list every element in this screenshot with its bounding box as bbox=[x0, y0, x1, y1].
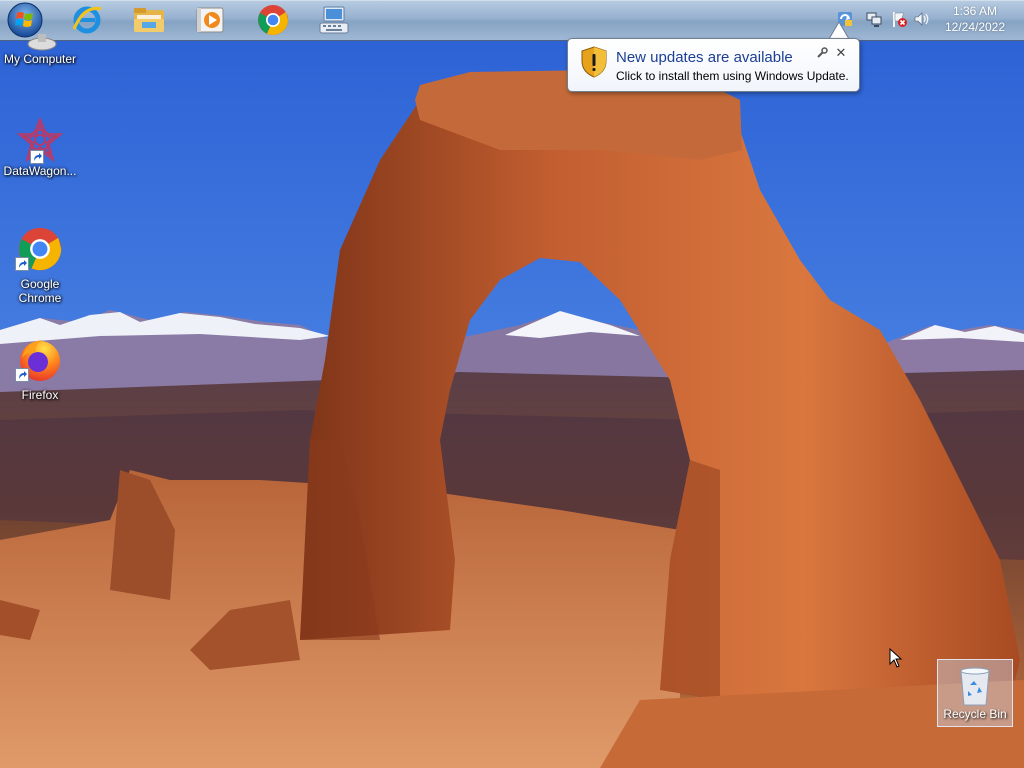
clock-time: 1:36 AM bbox=[952, 4, 998, 18]
recycle-bin-icon bbox=[960, 667, 990, 706]
clock-date: 12/24/2022 bbox=[944, 20, 1006, 34]
desktop-icon-label: DataWagon... bbox=[3, 164, 77, 178]
taskbar: 1:36 AM 12/24/2022 bbox=[0, 0, 1024, 41]
taskbar-google-chrome[interactable] bbox=[251, 2, 295, 38]
desktop-icon-label: My Computer bbox=[3, 52, 77, 66]
volume-icon bbox=[914, 12, 929, 26]
shortcut-arrow-icon bbox=[15, 368, 29, 382]
shortcut-arrow-icon bbox=[30, 150, 44, 164]
tray-network[interactable] bbox=[865, 10, 885, 30]
keyboard-icon bbox=[319, 6, 349, 34]
desktop-icon-label: Recycle Bin bbox=[943, 707, 1007, 721]
taskbar-media-player[interactable] bbox=[188, 2, 232, 38]
update-notification-balloon[interactable]: New updates are available Click to insta… bbox=[567, 38, 860, 92]
desktop-icon-google-chrome[interactable]: Google Chrome bbox=[0, 225, 80, 305]
desktop-icon-label: Firefox bbox=[21, 388, 59, 402]
notification-title: New updates are available bbox=[616, 49, 793, 66]
chrome-icon bbox=[258, 5, 288, 35]
network-icon bbox=[866, 12, 882, 27]
folder-icon bbox=[134, 8, 164, 32]
desktop-wallpaper bbox=[0, 0, 1024, 768]
options-wrench-icon[interactable] bbox=[816, 47, 828, 59]
computer-icon bbox=[27, 34, 57, 51]
close-icon[interactable]: ✕ bbox=[834, 46, 848, 60]
taskbar-file-explorer[interactable] bbox=[127, 2, 171, 38]
desktop-icon-my-computer[interactable]: My Computer bbox=[0, 22, 80, 66]
desktop-icon-datawagon[interactable]: DataWagon... bbox=[0, 116, 80, 178]
taskbar-clock[interactable]: 1:36 AM 12/24/2022 bbox=[934, 3, 1016, 35]
action-center-flag-icon bbox=[893, 12, 907, 27]
notification-text: Click to install them using Windows Upda… bbox=[616, 69, 849, 83]
desktop-icon-recycle-bin[interactable]: Recycle Bin bbox=[937, 659, 1013, 727]
tray-volume[interactable] bbox=[913, 10, 933, 30]
tray-action-center[interactable] bbox=[890, 10, 910, 30]
taskbar-on-screen-keyboard[interactable] bbox=[312, 2, 356, 38]
mouse-cursor bbox=[889, 648, 903, 668]
desktop-icon-firefox[interactable]: Firefox bbox=[0, 336, 80, 402]
desktop-icon-label: Google Chrome bbox=[18, 277, 62, 305]
media-player-icon bbox=[196, 7, 224, 33]
shortcut-arrow-icon bbox=[15, 257, 29, 271]
security-shield-icon bbox=[581, 46, 607, 78]
